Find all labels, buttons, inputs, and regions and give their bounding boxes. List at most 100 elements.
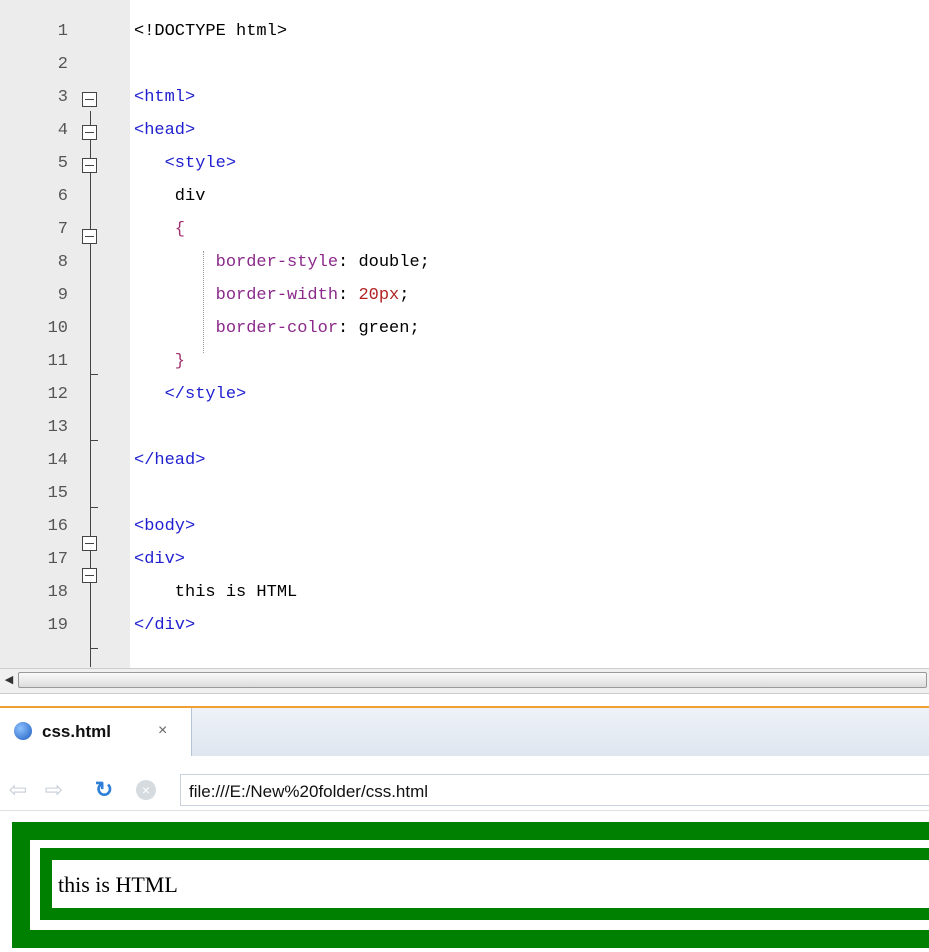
code-token: <!DOCTYPE html> bbox=[134, 22, 288, 41]
code-token: : double; bbox=[338, 253, 430, 272]
fold-line bbox=[90, 111, 91, 667]
code-editor[interactable]: 1 <!DOCTYPE html> 2 3 <html> 4 <head> 5 <style>… bbox=[0, 0, 929, 670]
code-text: </div> bbox=[134, 616, 195, 635]
code-text: div bbox=[134, 187, 206, 206]
code-line[interactable]: 7 { bbox=[0, 214, 929, 247]
code-line[interactable]: 3 <html> bbox=[0, 82, 929, 115]
line-number: 2 bbox=[57, 55, 68, 74]
indent-guide bbox=[203, 251, 204, 353]
fold-toggle-line-7[interactable] bbox=[82, 229, 97, 244]
code-text: <body> bbox=[134, 517, 195, 536]
line-number: 14 bbox=[47, 451, 68, 470]
reload-icon[interactable]: ↻ bbox=[92, 778, 116, 802]
line-number: 16 bbox=[47, 517, 68, 536]
navigation-bar: ⇦ ⇨ ↻ × file:///E:/New%20folder/css.html bbox=[0, 770, 929, 811]
tab-title: css.html bbox=[42, 722, 111, 741]
code-line[interactable]: 4 <head> bbox=[0, 115, 929, 148]
code-line[interactable]: 9 border-width: 20px; bbox=[0, 280, 929, 313]
horizontal-scrollbar[interactable]: ◀ bbox=[0, 668, 929, 694]
code-text: <head> bbox=[134, 121, 195, 140]
code-line[interactable]: 8 border-style: double; bbox=[0, 247, 929, 280]
fold-toggle-line-17[interactable] bbox=[82, 568, 97, 583]
code-line[interactable]: 5 <style> bbox=[0, 148, 929, 181]
code-token: } bbox=[134, 352, 186, 371]
fold-end-line-11 bbox=[90, 374, 98, 375]
code-token: border-width bbox=[134, 286, 339, 305]
code-token: : bbox=[338, 286, 359, 305]
fold-toggle-line-3[interactable] bbox=[82, 92, 97, 107]
line-number: 7 bbox=[57, 220, 68, 239]
stop-icon[interactable]: × bbox=[136, 780, 156, 800]
code-line[interactable]: 1 <!DOCTYPE html> bbox=[0, 16, 929, 49]
fold-end-line-15 bbox=[90, 507, 98, 508]
line-number: 9 bbox=[57, 286, 68, 305]
code-token: 20px bbox=[358, 286, 400, 305]
line-number: 18 bbox=[47, 583, 68, 602]
url-text: file:///E:/New%20folder/css.html bbox=[189, 782, 429, 801]
forward-arrow-icon[interactable]: ⇨ bbox=[42, 778, 66, 802]
close-tab-icon[interactable]: × bbox=[158, 722, 167, 740]
code-text: <html> bbox=[134, 88, 195, 107]
scroll-left-icon[interactable]: ◀ bbox=[2, 673, 16, 687]
rendered-page: this is HTML bbox=[0, 812, 929, 952]
code-text: border-width: 20px; bbox=[134, 286, 410, 305]
fold-toggle-line-4[interactable] bbox=[82, 125, 97, 140]
code-token: border-style bbox=[134, 253, 339, 272]
tab-bar: css.html × bbox=[0, 706, 929, 756]
fold-end-line-13 bbox=[90, 440, 98, 441]
line-number: 11 bbox=[47, 352, 68, 371]
code-line[interactable]: 12 </style> bbox=[0, 379, 929, 412]
code-text: <div> bbox=[134, 550, 185, 569]
code-token: <div> bbox=[134, 550, 186, 569]
line-number: 12 bbox=[47, 385, 68, 404]
line-number: 3 bbox=[57, 88, 68, 107]
scrollbar-thumb[interactable] bbox=[18, 672, 927, 688]
code-token: <style> bbox=[134, 154, 237, 173]
code-token: : green; bbox=[338, 319, 420, 338]
code-token: border-color bbox=[134, 319, 339, 338]
line-number: 15 bbox=[47, 484, 68, 503]
line-number: 8 bbox=[57, 253, 68, 272]
address-bar[interactable]: file:///E:/New%20folder/css.html bbox=[180, 774, 929, 806]
code-text: this is HTML bbox=[134, 583, 297, 602]
fold-end-line-19 bbox=[90, 648, 98, 649]
back-arrow-icon[interactable]: ⇦ bbox=[6, 778, 30, 802]
line-number: 13 bbox=[47, 418, 68, 437]
line-number: 19 bbox=[47, 616, 68, 635]
line-number: 17 bbox=[47, 550, 68, 569]
tab-css-html[interactable]: css.html × bbox=[0, 708, 192, 756]
browser-globe-icon bbox=[14, 722, 32, 740]
code-token: </div> bbox=[134, 616, 196, 635]
code-line[interactable]: 6 div bbox=[0, 181, 929, 214]
line-number: 10 bbox=[47, 319, 68, 338]
code-text: <style> bbox=[134, 154, 236, 173]
code-token: <body> bbox=[134, 517, 196, 536]
double-border-outer: this is HTML bbox=[12, 822, 929, 948]
fold-toggle-line-5[interactable] bbox=[82, 158, 97, 173]
code-token: ; bbox=[399, 286, 410, 305]
line-number: 4 bbox=[57, 121, 68, 140]
code-token: div bbox=[134, 187, 206, 206]
code-line[interactable]: 19 </div> bbox=[0, 610, 929, 643]
rendered-div-text: this is HTML bbox=[58, 872, 178, 897]
code-line[interactable]: 11 } bbox=[0, 346, 929, 379]
code-line[interactable]: 10 border-color: green; bbox=[0, 313, 929, 346]
code-line[interactable]: 16 <body> bbox=[0, 511, 929, 544]
code-token: <head> bbox=[134, 121, 196, 140]
code-line[interactable]: 15 bbox=[0, 478, 929, 511]
fold-toggle-line-16[interactable] bbox=[82, 536, 97, 551]
code-text: </style> bbox=[134, 385, 247, 404]
code-line[interactable]: 17 <div> bbox=[0, 544, 929, 577]
double-border-inner: this is HTML bbox=[40, 848, 929, 920]
code-line[interactable]: 2 bbox=[0, 49, 929, 82]
code-text: </head> bbox=[134, 451, 205, 470]
code-token: </style> bbox=[134, 385, 247, 404]
code-line[interactable]: 14 </head> bbox=[0, 445, 929, 478]
code-token: <html> bbox=[134, 88, 196, 107]
code-line[interactable]: 18 this is HTML bbox=[0, 577, 929, 610]
code-text: } bbox=[134, 352, 185, 371]
code-text: <!DOCTYPE html> bbox=[134, 22, 287, 41]
code-line[interactable]: 13 bbox=[0, 412, 929, 445]
code-text: { bbox=[134, 220, 185, 239]
code-token: { bbox=[134, 220, 186, 239]
